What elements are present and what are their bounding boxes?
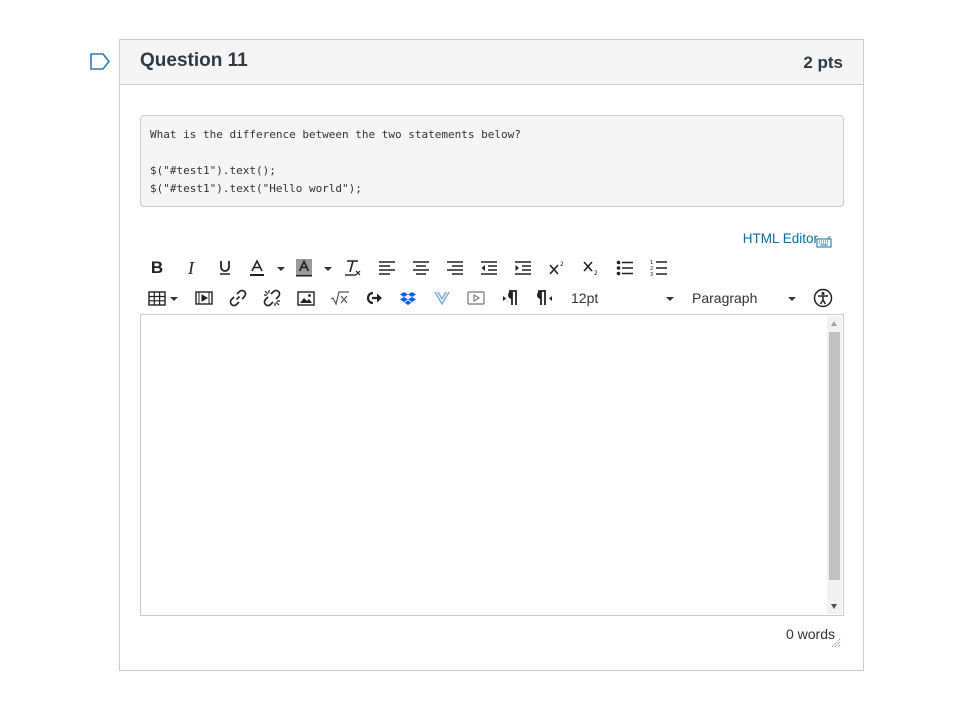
clear-formatting-button[interactable] xyxy=(340,255,366,281)
accessibility-button[interactable] xyxy=(810,285,836,311)
rtl-button[interactable] xyxy=(531,285,557,311)
question-card: Question 11 2 pts What is the difference… xyxy=(119,39,864,671)
word-count: 0 words xyxy=(785,626,835,642)
table-dropdown-icon[interactable] xyxy=(170,297,178,301)
superscript-icon: 2 xyxy=(549,261,564,275)
background-color-button[interactable] xyxy=(291,255,317,281)
media-button[interactable] xyxy=(191,285,217,311)
scroll-thumb[interactable] xyxy=(829,332,840,580)
background-color-icon xyxy=(296,259,312,277)
svg-text:2: 2 xyxy=(560,261,564,268)
rich-text-editor[interactable] xyxy=(140,314,844,616)
align-right-icon xyxy=(447,261,463,275)
indent-icon xyxy=(515,261,531,275)
resize-handle-icon[interactable] xyxy=(831,638,841,648)
align-right-button[interactable] xyxy=(442,255,468,281)
align-left-button[interactable] xyxy=(374,255,400,281)
text-color-button[interactable] xyxy=(244,255,270,281)
equation-button[interactable] xyxy=(327,285,353,311)
editor-content[interactable] xyxy=(141,315,843,331)
dropbox-button[interactable] xyxy=(395,285,421,311)
video-button[interactable] xyxy=(463,285,489,311)
underline-button[interactable] xyxy=(212,255,238,281)
media-icon xyxy=(195,291,213,305)
block-format-dropdown-icon[interactable] xyxy=(788,297,796,301)
bullet-list-icon xyxy=(616,260,633,276)
app-button[interactable] xyxy=(429,285,455,311)
subscript-icon: 2 xyxy=(583,261,598,277)
outdent-button[interactable] xyxy=(476,255,502,281)
toolbar-row-formatting: B I 2 2 1 2 3 xyxy=(146,255,846,281)
unlink-icon xyxy=(263,289,281,307)
dropbox-icon xyxy=(400,292,416,305)
question-header: Question 11 2 pts xyxy=(120,40,863,85)
equation-icon xyxy=(330,291,349,306)
background-color-dropdown-icon[interactable] xyxy=(324,267,332,271)
ltr-button[interactable] xyxy=(497,285,523,311)
bold-icon: B xyxy=(150,258,164,277)
unlink-button[interactable] xyxy=(259,285,285,311)
video-icon xyxy=(467,291,485,305)
indent-button[interactable] xyxy=(510,255,536,281)
ltr-icon xyxy=(503,290,517,305)
link-button[interactable] xyxy=(225,285,251,311)
table-button[interactable] xyxy=(144,285,170,311)
html-editor-label: HTML Editor xyxy=(742,231,818,246)
accessibility-icon xyxy=(813,288,833,308)
scroll-up-arrow-icon[interactable] xyxy=(831,321,837,326)
keyboard-icon[interactable] xyxy=(816,236,832,248)
bold-button[interactable]: B xyxy=(144,255,170,281)
prompt-line: $("#test1").text(); xyxy=(150,164,276,177)
text-color-icon xyxy=(250,259,264,276)
italic-button[interactable]: I xyxy=(178,255,204,281)
bullet-list-button[interactable] xyxy=(612,255,638,281)
question-title: Question 11 xyxy=(140,50,248,71)
underline-icon xyxy=(220,261,230,275)
numbered-list-icon: 123 xyxy=(650,260,667,277)
svg-text:2: 2 xyxy=(594,270,598,277)
align-left-icon xyxy=(379,261,395,275)
numbered-list-button[interactable]: 123 xyxy=(646,255,672,281)
embed-icon xyxy=(366,291,382,305)
embed-button[interactable] xyxy=(361,285,387,311)
block-format-select[interactable]: Paragraph xyxy=(692,290,757,306)
italic-icon: I xyxy=(188,257,194,278)
clear-formatting-icon xyxy=(345,260,361,276)
text-color-dropdown-icon[interactable] xyxy=(277,267,285,271)
link-icon xyxy=(229,289,247,307)
rtl-icon xyxy=(537,290,552,305)
outdent-icon xyxy=(481,261,497,275)
superscript-button[interactable]: 2 xyxy=(544,255,570,281)
app-icon xyxy=(434,291,450,305)
question-points: 2 pts xyxy=(803,53,843,72)
prompt-line: What is the difference between the two s… xyxy=(150,128,521,141)
editor-scrollbar[interactable] xyxy=(827,316,842,614)
scroll-down-arrow-icon[interactable] xyxy=(831,604,837,609)
question-prompt: What is the difference between the two s… xyxy=(140,115,844,207)
align-center-icon xyxy=(413,261,429,275)
font-size-dropdown-icon[interactable] xyxy=(666,297,674,301)
subscript-button[interactable]: 2 xyxy=(578,255,604,281)
toolbar-row-insert: 12pt Paragraph xyxy=(146,285,846,311)
image-button[interactable] xyxy=(293,285,319,311)
align-center-button[interactable] xyxy=(408,255,434,281)
svg-text:3: 3 xyxy=(650,272,653,277)
font-size-select[interactable]: 12pt xyxy=(571,290,598,306)
image-icon xyxy=(297,290,315,306)
table-icon xyxy=(148,290,166,306)
prompt-line: $("#test1").text("Hello world"); xyxy=(150,182,362,195)
flag-question-icon[interactable] xyxy=(90,53,110,70)
prompt-line xyxy=(150,144,834,162)
